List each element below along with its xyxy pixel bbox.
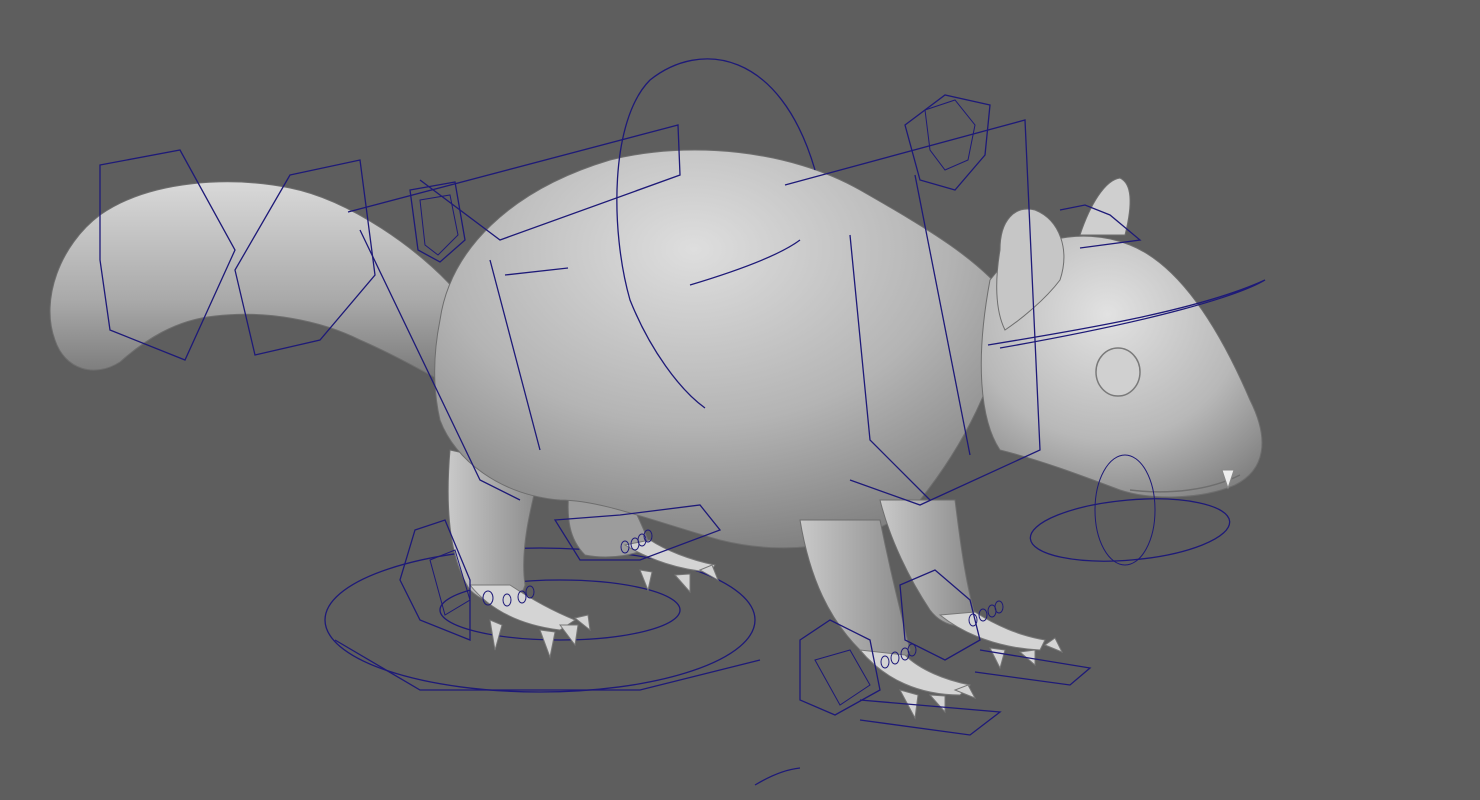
- viewport-scene[interactable]: [0, 0, 1480, 800]
- squirrel-tail[interactable]: [49, 181, 456, 381]
- 3d-viewport[interactable]: [0, 0, 1480, 800]
- head-control: [904, 94, 991, 191]
- squirrel-paw-back-left[interactable]: [468, 584, 591, 659]
- squirrel-body[interactable]: [434, 149, 1011, 549]
- squirrel-eye[interactable]: [1095, 347, 1141, 397]
- squirrel-paw-front-right[interactable]: [938, 611, 1064, 670]
- ground-control-curves[interactable]: [324, 547, 801, 786]
- neck-control: [1029, 498, 1231, 562]
